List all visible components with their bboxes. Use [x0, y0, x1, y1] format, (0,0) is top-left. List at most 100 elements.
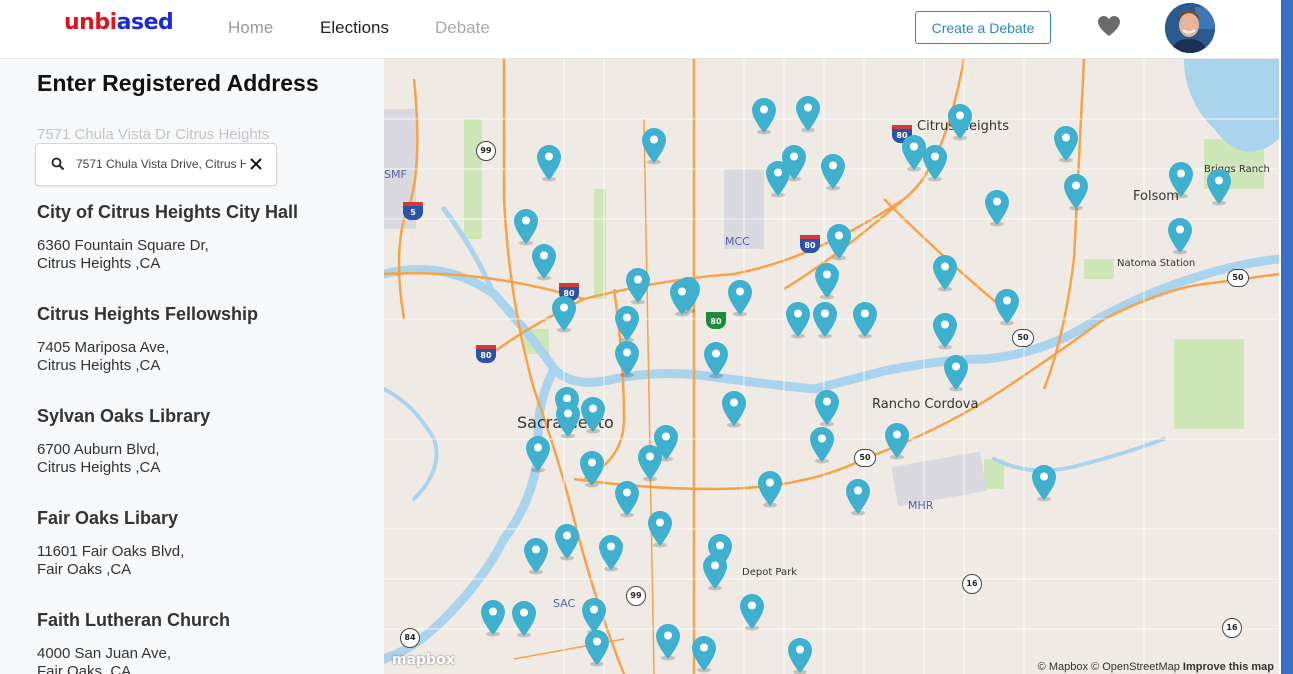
location-city: Citrus Heights ,CA [37, 357, 161, 374]
location-street: 7405 Mariposa Ave, [37, 339, 170, 356]
create-debate-button[interactable]: Create a Debate [915, 11, 1051, 44]
list-item[interactable]: Fair Oaks Libary 11601 Fair Oaks Blvd, F… [37, 508, 184, 579]
heart-icon[interactable] [1097, 15, 1121, 37]
location-pin-icon[interactable] [851, 301, 879, 339]
user-avatar[interactable] [1165, 3, 1215, 53]
location-pin-icon[interactable] [640, 127, 668, 165]
location-pin-icon[interactable] [578, 450, 606, 488]
location-pin-icon[interactable] [701, 553, 729, 591]
location-pin-icon[interactable] [726, 279, 754, 317]
location-pin-icon[interactable] [931, 254, 959, 292]
location-street: 6360 Fountain Square Dr, [37, 237, 209, 254]
interstate-5-shield: 5 [403, 202, 423, 220]
us-50-shield: 50 [854, 449, 876, 467]
location-pin-icon[interactable] [510, 600, 538, 638]
location-name: City of Citrus Heights City Hall [37, 202, 299, 222]
location-pin-icon[interactable] [479, 599, 507, 637]
nav-debate[interactable]: Debate [435, 18, 490, 38]
sidebar: Enter Registered Address 7571 Chula Vist… [0, 59, 384, 674]
location-pin-icon[interactable] [1166, 217, 1194, 255]
improve-map-link[interactable]: Improve this map [1183, 661, 1274, 673]
location-pin-icon[interactable] [750, 97, 778, 135]
location-name: Citrus Heights Fellowship [37, 304, 259, 324]
location-pin-icon[interactable] [1167, 161, 1195, 199]
location-pin-icon[interactable] [808, 426, 836, 464]
location-pin-icon[interactable] [535, 144, 563, 182]
location-pin-icon[interactable] [553, 523, 581, 561]
location-street: 11601 Fair Oaks Blvd, [37, 543, 185, 560]
route-99-shield: 99 [626, 586, 646, 606]
interstate-80-shield: 80 [800, 235, 820, 253]
location-pin-icon[interactable] [636, 444, 664, 482]
list-item[interactable]: City of Citrus Heights City Hall 6360 Fo… [37, 202, 298, 273]
close-icon[interactable] [249, 157, 263, 171]
location-pin-icon[interactable] [844, 478, 872, 516]
map-attribution: © Mapbox © OpenStreetMap Improve this ma… [1038, 661, 1274, 673]
route-16-shield: 16 [962, 574, 982, 594]
location-pin-icon[interactable] [819, 153, 847, 191]
location-pin-icon[interactable] [702, 341, 730, 379]
location-street: 6700 Auburn Blvd, [37, 441, 160, 458]
location-pin-icon[interactable] [784, 301, 812, 339]
list-item[interactable]: Sylvan Oaks Library 6700 Auburn Blvd, Ci… [37, 406, 210, 477]
location-pin-icon[interactable] [624, 267, 652, 305]
list-item[interactable]: Citrus Heights Fellowship 7405 Mariposa … [37, 304, 258, 375]
location-pin-icon[interactable] [983, 189, 1011, 227]
map-view[interactable]: Sacramento Citrus Heights Rancho Cordova… [384, 59, 1279, 674]
location-name: Sylvan Oaks Library [37, 406, 211, 426]
route-99-shield: 99 [476, 141, 496, 161]
location-pin-icon[interactable] [583, 629, 611, 667]
location-pin-icon[interactable] [512, 208, 540, 246]
attribution-osm[interactable]: © OpenStreetMap [1091, 661, 1180, 673]
location-pin-icon[interactable] [825, 223, 853, 261]
nav-elections[interactable]: Elections [320, 18, 389, 38]
location-pin-icon[interactable] [921, 144, 949, 182]
search-icon [51, 157, 65, 171]
list-item[interactable]: Faith Lutheran Church 4000 San Juan Ave,… [37, 610, 230, 674]
map-label-natoma-station: Natoma Station [1117, 258, 1196, 269]
location-pin-icon[interactable] [946, 103, 974, 141]
location-pin-icon[interactable] [597, 534, 625, 572]
interstate-80-shield: 80 [476, 345, 496, 363]
location-pin-icon[interactable] [554, 401, 582, 439]
location-pin-icon[interactable] [786, 637, 814, 674]
attribution-mapbox[interactable]: © Mapbox [1038, 661, 1088, 673]
location-pin-icon[interactable] [668, 279, 696, 317]
location-pin-icon[interactable] [764, 160, 792, 198]
location-pin-icon[interactable] [613, 340, 641, 378]
us-50-shield: 50 [1012, 329, 1034, 347]
location-pin-icon[interactable] [654, 623, 682, 661]
location-pin-icon[interactable] [931, 312, 959, 350]
map-label-depot-park: Depot Park [742, 567, 798, 578]
address-search-box[interactable] [35, 143, 277, 186]
location-pin-icon[interactable] [811, 301, 839, 339]
location-pin-icon[interactable] [720, 390, 748, 428]
nav-home[interactable]: Home [228, 18, 273, 38]
location-pin-icon[interactable] [613, 480, 641, 518]
location-pin-icon[interactable] [993, 288, 1021, 326]
top-navbar: unbiased Home Elections Debate Create a … [0, 0, 1279, 59]
location-pin-icon[interactable] [813, 262, 841, 300]
location-pin-icon[interactable] [738, 593, 766, 631]
location-pin-icon[interactable] [756, 470, 784, 508]
location-pin-icon[interactable] [613, 305, 641, 343]
location-pin-icon[interactable] [646, 510, 674, 548]
location-city: Citrus Heights ,CA [37, 255, 161, 272]
location-pin-icon[interactable] [1052, 125, 1080, 163]
location-pin-icon[interactable] [690, 635, 718, 673]
location-pin-icon[interactable] [522, 537, 550, 575]
location-pin-icon[interactable] [530, 243, 558, 281]
map-label-rancho-cordova: Rancho Cordova [872, 397, 979, 412]
location-pin-icon[interactable] [1205, 168, 1233, 206]
location-pin-icon[interactable] [1030, 464, 1058, 502]
location-pin-icon[interactable] [524, 435, 552, 473]
location-pin-icon[interactable] [579, 396, 607, 434]
location-pin-icon[interactable] [942, 354, 970, 392]
location-pin-icon[interactable] [550, 295, 578, 333]
location-pin-icon[interactable] [813, 389, 841, 427]
location-pin-icon[interactable] [883, 422, 911, 460]
location-pin-icon[interactable] [1062, 173, 1090, 211]
address-search-input[interactable] [76, 154, 246, 174]
brand-logo[interactable]: unbiased [64, 10, 174, 35]
location-pin-icon[interactable] [794, 95, 822, 133]
